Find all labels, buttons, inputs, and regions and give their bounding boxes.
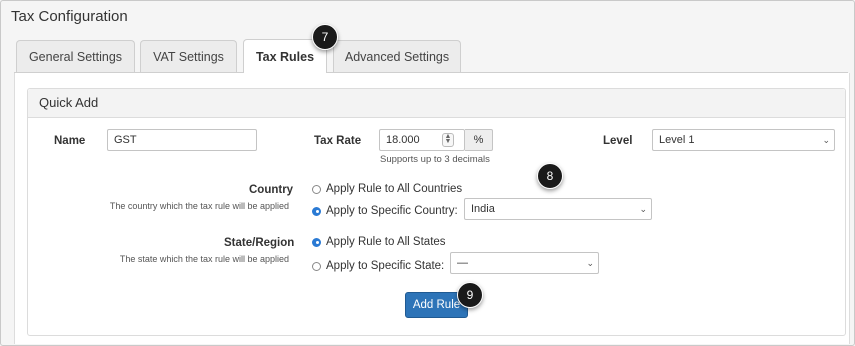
radio-specific-state[interactable]: Apply to Specific State: <box>312 260 444 272</box>
radio-all-states[interactable]: Apply Rule to All States <box>312 236 446 248</box>
country-select[interactable]: India ⌄ <box>464 198 652 220</box>
chevron-down-icon: ⌄ <box>639 204 647 214</box>
add-rule-label: Add Rule <box>412 299 461 311</box>
name-label: Name <box>54 135 86 147</box>
page-title: Tax Configuration <box>11 8 128 25</box>
state-select[interactable]: — ⌄ <box>450 252 599 274</box>
level-select[interactable]: Level 1 ⌄ <box>652 129 835 151</box>
tab-label: VAT Settings <box>153 49 224 64</box>
tab-vat-settings[interactable]: VAT Settings <box>140 40 237 72</box>
tax-rate-label: Tax Rate <box>314 135 362 147</box>
state-help: The state which the tax rule will be app… <box>119 254 289 264</box>
country-help: The country which the tax rule will be a… <box>109 201 289 211</box>
country-label: Country <box>249 184 294 196</box>
radio-button[interactable] <box>312 261 321 271</box>
radio-specific-country[interactable]: Apply to Specific Country: <box>312 205 458 217</box>
level-value: Level 1 <box>659 134 695 146</box>
name-field[interactable]: GST <box>107 129 257 151</box>
country-value: India <box>471 203 495 215</box>
radio-button-selected[interactable] <box>312 237 321 247</box>
state-value: — <box>457 257 468 269</box>
radio-button-selected[interactable] <box>312 206 321 216</box>
tab-advanced-settings[interactable]: Advanced Settings <box>333 40 461 72</box>
percent-addon: % <box>465 129 493 151</box>
radio-label: Apply Rule to All Countries <box>326 183 463 195</box>
level-label: Level <box>603 135 633 147</box>
radio-label: Apply to Specific State: <box>326 260 445 272</box>
tab-general-settings[interactable]: General Settings <box>16 40 135 72</box>
radio-button[interactable] <box>312 184 321 194</box>
state-label: State/Region <box>224 237 295 249</box>
radio-label: Apply to Specific Country: <box>326 205 458 217</box>
tax-rate-value: 18.000 <box>386 134 420 146</box>
tax-rate-note: Supports up to 3 decimals <box>380 154 490 165</box>
radio-label: Apply Rule to All States <box>326 236 446 248</box>
panel-title: Quick Add <box>39 95 99 110</box>
step-marker-8: 8 <box>537 163 563 189</box>
chevron-down-icon: ⌄ <box>586 258 594 268</box>
tax-rate-field[interactable]: 18.000 ▲ ▼ <box>379 129 465 151</box>
tab-label: Advanced Settings <box>344 49 450 64</box>
chevron-down-icon: ⌄ <box>822 135 830 145</box>
tab-label: Tax Rules <box>255 49 315 64</box>
step-marker-7: 7 <box>312 24 338 50</box>
radio-all-countries[interactable]: Apply Rule to All Countries <box>312 183 462 195</box>
step-marker-9: 9 <box>457 282 483 308</box>
tab-label: General Settings <box>28 49 123 64</box>
panel-header: Quick Add <box>28 89 845 118</box>
spinner-icon[interactable]: ▲ ▼ <box>442 133 454 147</box>
